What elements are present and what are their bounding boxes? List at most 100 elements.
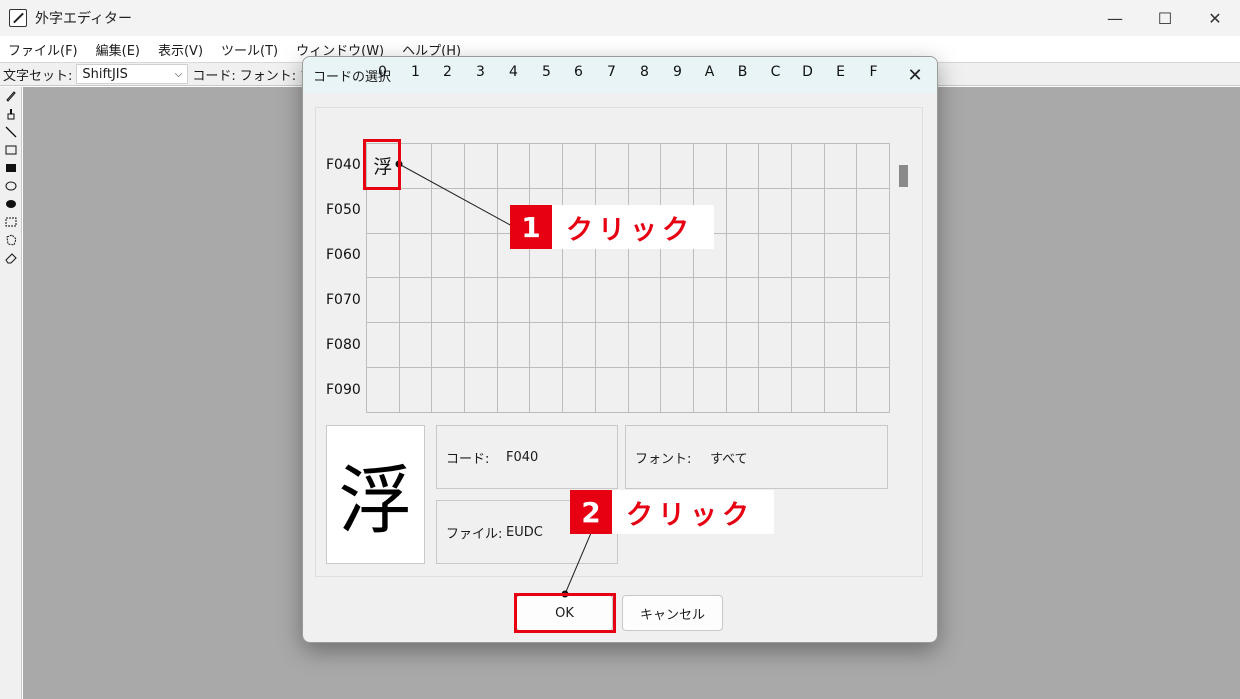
grid-cell[interactable] [367,323,400,369]
grid-cell[interactable] [726,278,760,324]
grid-cell[interactable] [661,323,694,369]
grid-cell[interactable] [726,188,760,234]
grid-cell[interactable] [399,368,433,413]
grid-cell[interactable] [726,368,760,413]
grid-scrollbar-thumb[interactable] [899,165,908,187]
grid-cell[interactable] [595,323,629,369]
grid-cell[interactable] [857,188,890,234]
pencil-icon[interactable] [0,87,22,105]
grid-cell[interactable] [693,278,727,324]
grid-cell[interactable] [661,368,694,413]
line-icon[interactable] [0,123,22,141]
grid-cell[interactable] [367,278,400,324]
brush-icon[interactable] [0,105,22,123]
grid-cell[interactable] [432,233,466,279]
grid-cell[interactable] [399,278,433,324]
grid-cell[interactable] [465,368,498,413]
grid-cell[interactable] [759,278,792,324]
close-button[interactable]: ✕ [1190,0,1240,36]
grid-cell[interactable] [791,144,825,189]
grid-cell[interactable] [791,278,825,324]
grid-cell[interactable] [530,368,564,413]
grid-cell[interactable] [465,233,498,279]
grid-cell[interactable] [824,278,858,324]
grid-cell[interactable] [824,233,858,279]
grid-cell[interactable] [726,323,760,369]
grid-cell[interactable] [465,323,498,369]
grid-cell[interactable] [530,278,564,324]
grid-cell[interactable] [726,233,760,279]
grid-cell[interactable] [563,323,596,369]
hollow-rectangle-icon[interactable] [0,141,22,159]
filled-rectangle-icon[interactable] [0,159,22,177]
grid-cell[interactable] [432,144,466,189]
grid-cell[interactable] [563,368,596,413]
grid-cell[interactable] [432,323,466,369]
hollow-ellipse-icon[interactable] [0,177,22,195]
grid-cell[interactable] [432,278,466,324]
freeform-selection-icon[interactable] [0,231,22,249]
grid-cell[interactable] [759,144,792,189]
minimize-button[interactable]: — [1090,0,1140,36]
grid-cell[interactable] [857,278,890,324]
grid-cell[interactable] [497,278,531,324]
grid-cell[interactable] [628,323,662,369]
grid-cell[interactable] [824,144,858,189]
grid-cell[interactable] [497,368,531,413]
grid-cell[interactable] [497,323,531,369]
menu-edit[interactable]: 編集(E) [96,40,140,59]
grid-cell[interactable] [628,368,662,413]
grid-cell[interactable] [857,323,890,369]
grid-cell[interactable] [399,233,433,279]
grid-cell[interactable] [759,368,792,413]
menu-view[interactable]: 表示(V) [158,40,203,59]
grid-cell[interactable] [465,144,498,189]
filled-ellipse-icon[interactable] [0,195,22,213]
grid-cell[interactable] [661,278,694,324]
maximize-button[interactable]: ☐ [1140,0,1190,36]
grid-cell[interactable] [693,368,727,413]
grid-cell[interactable] [595,278,629,324]
grid-cell[interactable] [628,278,662,324]
grid-cell[interactable] [759,323,792,369]
grid-cell[interactable] [791,323,825,369]
grid-cell[interactable] [432,368,466,413]
grid-cell[interactable] [628,144,662,189]
menu-tools[interactable]: ツール(T) [221,40,278,59]
dialog-close-button[interactable]: ✕ [903,63,927,87]
grid-cell[interactable] [857,144,890,189]
grid-cell[interactable] [497,144,531,189]
grid-cell[interactable] [693,323,727,369]
grid-cell[interactable] [595,144,629,189]
grid-cell[interactable] [465,188,498,234]
grid-cell[interactable] [563,278,596,324]
grid-cell[interactable] [563,144,596,189]
grid-cell[interactable] [367,368,400,413]
grid-cell[interactable] [432,188,466,234]
grid-cell[interactable] [759,233,792,279]
grid-cell[interactable] [791,368,825,413]
grid-cell[interactable] [824,323,858,369]
grid-cell[interactable] [857,368,890,413]
grid-cell[interactable] [693,144,727,189]
eraser-icon[interactable] [0,249,22,267]
cancel-button[interactable]: キャンセル [622,595,723,631]
menu-file[interactable]: ファイル(F) [8,40,78,59]
grid-cell[interactable] [530,144,564,189]
grid-cell[interactable] [367,188,400,234]
grid-cell[interactable] [399,188,433,234]
grid-cell[interactable] [661,144,694,189]
charset-select[interactable]: ShiftJIS ⌵ [76,64,189,84]
grid-cell[interactable] [857,233,890,279]
grid-cell[interactable] [399,323,433,369]
grid-cell[interactable] [367,233,400,279]
grid-cell[interactable] [759,188,792,234]
rectangular-selection-icon[interactable] [0,213,22,231]
grid-cell[interactable] [824,368,858,413]
grid-cell[interactable] [791,233,825,279]
grid-cell[interactable] [399,144,433,189]
grid-cell[interactable] [824,188,858,234]
grid-cell[interactable] [726,144,760,189]
grid-cell[interactable] [465,278,498,324]
grid-cell[interactable] [595,368,629,413]
